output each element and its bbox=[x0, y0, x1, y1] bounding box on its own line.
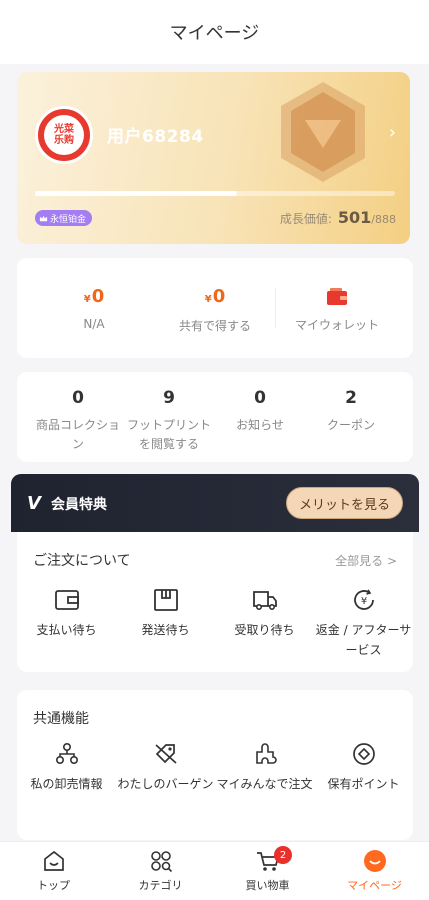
stat-count: 0 bbox=[254, 388, 266, 408]
wallet-label: N/A bbox=[83, 317, 105, 331]
payment-icon bbox=[54, 590, 79, 610]
bargain-icon bbox=[154, 744, 177, 764]
profile-card[interactable]: 光菜 乐购 用户68284 › 永恒铂金 成長価値: 501/888 bbox=[17, 72, 410, 244]
stat-coupons[interactable]: 2 クーポン bbox=[306, 388, 396, 435]
wallet-item-na[interactable]: ¥0 N/A bbox=[34, 286, 154, 331]
cart-count-badge: 2 bbox=[274, 846, 292, 864]
common-features-title: 共通機能 bbox=[33, 711, 89, 727]
view-benefits-button[interactable]: メリットを見る bbox=[285, 487, 403, 519]
member-title: 会員特典 bbox=[51, 497, 107, 513]
stat-count: 2 bbox=[345, 388, 357, 408]
level-badge: 永恒铂金 bbox=[35, 210, 93, 226]
order-pending-shipment[interactable]: 発送待ち bbox=[116, 588, 215, 640]
order-label: 支払い待ち bbox=[36, 623, 97, 637]
wallet-item-share[interactable]: ¥0 共有で得する bbox=[155, 286, 275, 334]
avatar[interactable]: 光菜 乐购 bbox=[35, 106, 93, 164]
feature-wholesale-info[interactable]: 私の卸売情報 bbox=[17, 742, 116, 794]
category-icon bbox=[150, 851, 172, 873]
tab-label: 買い物車 bbox=[245, 879, 290, 892]
group-order-icon bbox=[255, 743, 277, 764]
wallet-item-my-wallet[interactable]: マイウォレット bbox=[277, 286, 397, 333]
tab-home[interactable]: トップ bbox=[0, 848, 107, 893]
tab-label: カテゴリ bbox=[138, 879, 183, 892]
page-title: マイページ bbox=[169, 23, 260, 44]
avatar-text-bottom: 乐购 bbox=[54, 135, 74, 146]
wallet-icon bbox=[327, 288, 347, 305]
feature-group-order[interactable]: マイみんなで注文 bbox=[215, 742, 314, 794]
growth-value: 成長価値: 501/888 bbox=[280, 208, 396, 227]
divider bbox=[275, 288, 276, 328]
growth-label: 成長価値: bbox=[279, 212, 332, 226]
orders-card: ご注文について 全部見る > 支払い待ち 発送待ち 受取り待ち ¥ 返金 / ア… bbox=[17, 532, 413, 672]
common-features-card: 共通機能 私の卸売情報 わたしのバーゲン マイみんなで注文 保有ポイント bbox=[17, 690, 413, 840]
order-label: 受取り待ち bbox=[234, 623, 295, 637]
feature-label: 保有ポイント bbox=[327, 777, 400, 791]
stat-label: 商品コレクション bbox=[35, 418, 120, 451]
growth-progress-fill bbox=[35, 191, 237, 196]
orders-title: ご注文について bbox=[33, 553, 131, 569]
feature-label: マイみんなで注文 bbox=[216, 777, 313, 791]
stat-count: 0 bbox=[72, 388, 84, 408]
vip-logo-icon: V bbox=[27, 493, 41, 514]
growth-max: /888 bbox=[371, 213, 396, 226]
growth-progress-track bbox=[35, 191, 395, 196]
member-benefits-bar: V 会員特典 メリットを見る bbox=[11, 474, 419, 532]
username: 用户68284 bbox=[107, 127, 204, 147]
feature-label: わたしのバーゲン bbox=[117, 777, 214, 791]
order-label: 発送待ち bbox=[141, 623, 190, 637]
stat-label: お知らせ bbox=[236, 418, 284, 432]
order-pending-receipt[interactable]: 受取り待ち bbox=[215, 588, 314, 640]
tab-cart[interactable]: 2 買い物車 bbox=[214, 846, 321, 893]
stat-label: クーポン bbox=[326, 418, 375, 432]
feature-label: 私の卸売情報 bbox=[30, 777, 103, 791]
level-badge-label: 永恒铂金 bbox=[50, 214, 87, 225]
order-pending-payment[interactable]: 支払い待ち bbox=[17, 588, 116, 640]
order-label: 返金 / アフターサービス bbox=[315, 623, 412, 657]
order-refund-after-sales[interactable]: ¥ 返金 / アフターサービス bbox=[314, 588, 413, 660]
tab-category[interactable]: カテゴリ bbox=[107, 848, 214, 893]
chevron-right-icon[interactable]: › bbox=[389, 122, 396, 143]
tab-label: マイページ bbox=[347, 879, 402, 892]
bottom-tab-bar: トップ カテゴリ 2 買い物車 マイページ bbox=[0, 841, 429, 900]
see-all-orders-link[interactable]: 全部見る > bbox=[335, 552, 397, 569]
wallet-amount: 0 bbox=[212, 286, 226, 307]
stat-label: フットプリントを閲覧する bbox=[126, 418, 211, 451]
medal-icon bbox=[281, 82, 365, 182]
stat-collection[interactable]: 0 商品コレクション bbox=[33, 388, 123, 454]
wallet-label: マイウォレット bbox=[294, 318, 379, 332]
truck-icon bbox=[252, 591, 277, 610]
wallet-card: ¥0 N/A ¥0 共有で得する マイウォレット bbox=[17, 258, 413, 358]
wholesale-icon bbox=[55, 742, 78, 765]
wallet-amount: 0 bbox=[91, 286, 105, 307]
growth-current: 501 bbox=[337, 208, 372, 227]
top-bar: マイページ bbox=[0, 0, 429, 64]
stat-notifications[interactable]: 0 お知らせ bbox=[215, 388, 305, 435]
tab-my-page[interactable]: マイページ bbox=[321, 848, 428, 893]
refund-icon: ¥ bbox=[353, 589, 374, 610]
crown-icon bbox=[39, 215, 48, 221]
feature-points[interactable]: 保有ポイント bbox=[314, 742, 413, 794]
svg-text:¥: ¥ bbox=[360, 596, 366, 607]
points-icon bbox=[352, 743, 375, 765]
currency-symbol: ¥ bbox=[83, 294, 91, 305]
tab-label: トップ bbox=[37, 879, 70, 892]
currency-symbol: ¥ bbox=[204, 294, 212, 305]
feature-bargain[interactable]: わたしのバーゲン bbox=[116, 742, 215, 794]
wallet-label: 共有で得する bbox=[178, 319, 251, 333]
stat-footprint[interactable]: 9 フットプリントを閲覧する bbox=[124, 388, 214, 454]
stat-count: 9 bbox=[163, 388, 175, 408]
stats-card: 0 商品コレクション 9 フットプリントを閲覧する 0 お知らせ 2 クーポン bbox=[17, 372, 413, 462]
avatar-text-top: 光菜 bbox=[54, 124, 74, 135]
home-icon bbox=[43, 850, 64, 871]
package-icon bbox=[153, 589, 178, 611]
profile-icon bbox=[363, 850, 386, 872]
